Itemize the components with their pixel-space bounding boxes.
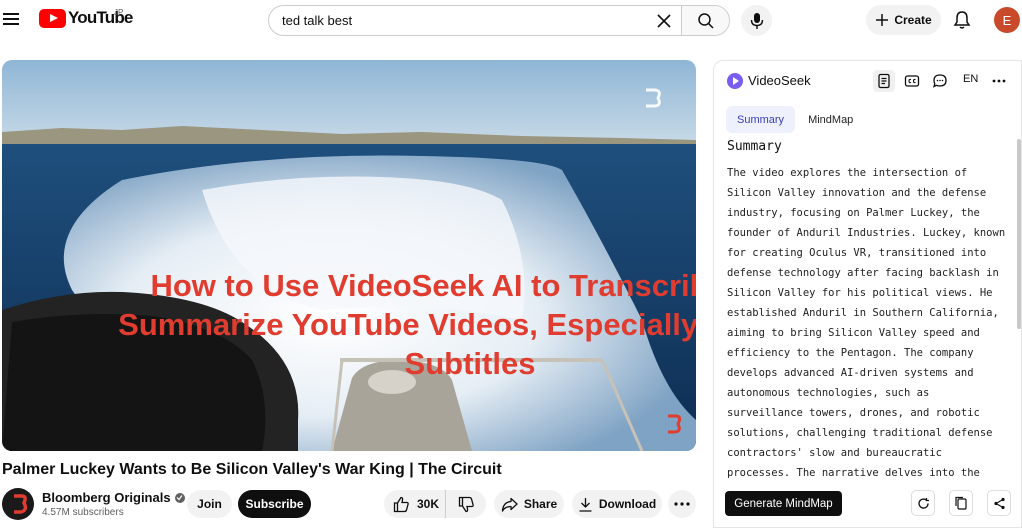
share-label: Share [523,497,558,511]
share-nodes-icon [993,497,1005,509]
summary-text: The video explores the intersection of S… [727,167,1006,519]
refresh-button[interactable] [911,490,935,516]
document-icon [878,73,890,89]
notifications-button[interactable] [949,7,975,33]
share-button[interactable]: Share [494,490,564,518]
top-bar: YouTube JP Create E [0,0,1022,40]
like-button[interactable]: 30K [384,490,446,518]
search-input[interactable] [269,6,649,35]
summary-heading: Summary [727,139,782,154]
tab-summary[interactable]: Summary [726,106,796,133]
search-button[interactable] [681,6,729,35]
hamburger-menu-icon[interactable] [3,8,21,30]
clear-search-icon[interactable] [649,6,679,35]
panel-footer: Generate MindMap [714,486,1021,527]
download-button[interactable]: Download [572,490,662,518]
voice-search-button[interactable] [741,5,772,36]
more-horizontal-icon [992,79,1006,83]
refresh-icon [917,497,929,509]
download-icon [579,497,592,512]
microphone-icon [750,12,763,29]
subscribe-button[interactable]: Subscribe [238,490,311,518]
copy-button[interactable] [949,490,973,516]
chat-bubble-icon [932,74,947,88]
bell-icon [953,11,971,29]
youtube-play-icon [39,8,66,28]
closed-captions-icon [904,75,920,87]
create-label: Create [894,13,932,27]
video-title: Palmer Luckey Wants to Be Silicon Valley… [2,461,502,478]
tab-mindmap[interactable]: MindMap [797,106,864,133]
verified-check-icon [174,492,185,503]
video-frame-scene [2,60,696,451]
thumbs-down-icon [458,496,474,512]
share-summary-button[interactable] [987,490,1011,516]
channel-name[interactable]: Bloomberg Originals [42,490,185,505]
chat-button[interactable] [929,70,951,92]
channel-row: Bloomberg Originals 4.57M subscribers Jo… [0,486,700,522]
captions-button[interactable] [901,70,923,92]
search-box [268,5,730,36]
videoseek-logo-icon [727,73,743,89]
channel-avatar[interactable] [2,488,34,520]
copy-icon [955,496,967,510]
video-player[interactable]: How to Use VideoSeek AI to Transcribe an… [2,60,696,451]
share-arrow-icon [501,497,518,512]
plus-icon [876,14,889,26]
channel-name-text: Bloomberg Originals [42,490,171,505]
more-actions-button[interactable] [668,490,696,518]
generate-mindmap-button[interactable]: Generate MindMap [725,491,842,516]
like-count: 30K [417,497,440,511]
join-button[interactable]: Join [187,490,232,518]
account-avatar[interactable]: E [994,7,1020,33]
youtube-watch-page: YouTube JP Create E [0,0,1022,528]
panel-app-name: VideoSeek [748,73,811,88]
subscriber-count: 4.57M subscribers [42,507,124,518]
language-selector[interactable]: EN [963,73,978,85]
download-label: Download [598,497,657,511]
region-code: JP [114,8,124,17]
panel-more-button[interactable] [988,70,1010,92]
panel-scrollbar[interactable] [1017,139,1021,329]
search-icon [697,12,714,29]
panel-header: VideoSeek EN [714,61,1021,101]
thumbs-up-icon [393,496,409,512]
more-horizontal-icon [674,502,690,506]
dislike-button[interactable] [446,490,486,518]
like-dislike-group: 30K [384,490,486,518]
videoseek-panel: VideoSeek EN Summary MindMap Summary The… [713,60,1022,528]
panel-tabs: Summary MindMap [726,106,864,133]
summary-view-button[interactable] [873,70,895,92]
create-button[interactable]: Create [866,5,941,35]
